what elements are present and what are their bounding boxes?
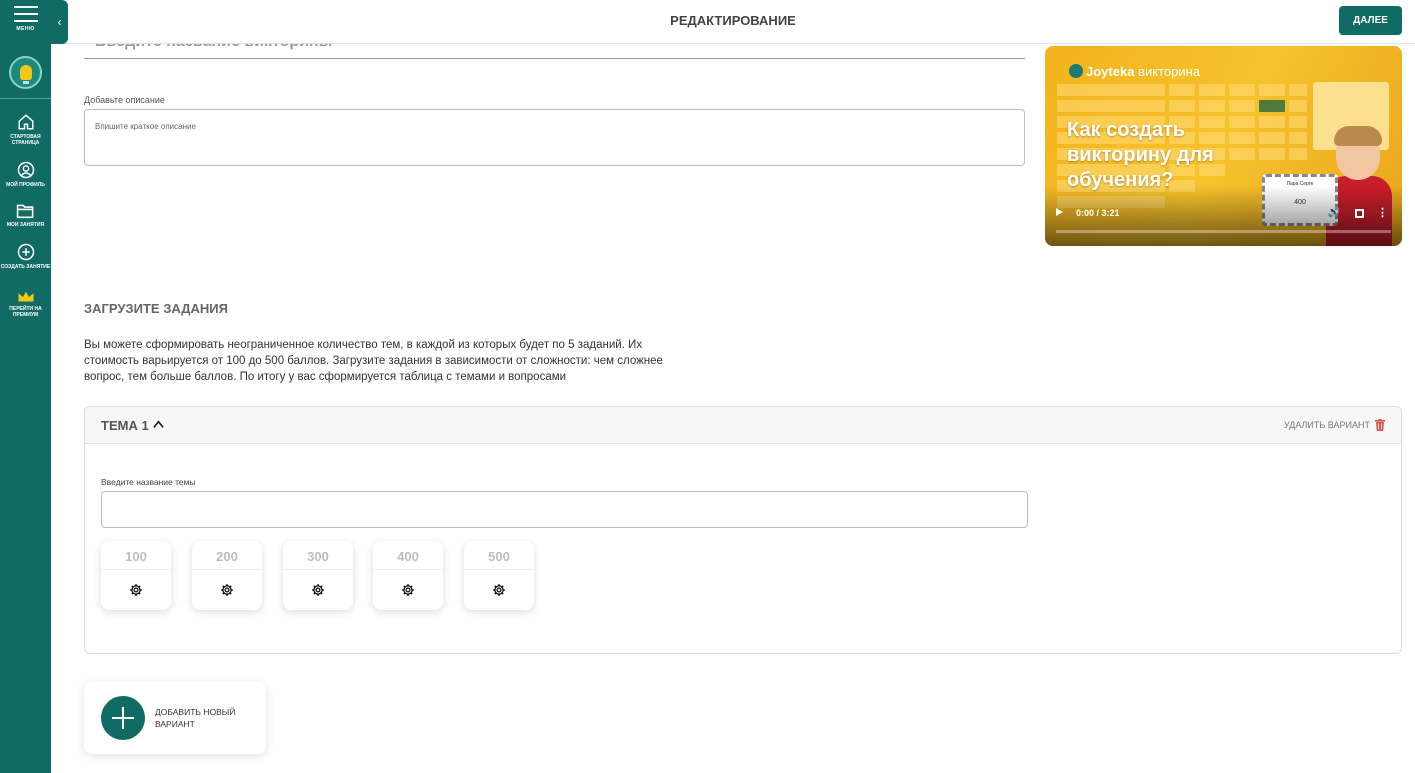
volume-icon[interactable]: 🔊 — [1328, 207, 1340, 218]
trophy-icon — [1069, 64, 1083, 78]
sidebar-item-label: ПЕРЕЙТИ НА ПРЕМИУМ — [9, 306, 42, 318]
video-time: 0:00 / 3:21 — [1076, 208, 1120, 218]
sidebar-divider — [0, 98, 51, 99]
menu-label: МЕНЮ — [16, 26, 35, 32]
page-title: РЕДАКТИРОВАНИЕ — [670, 13, 796, 28]
sidebar-item-label: СОЗДАТЬ ЗАНЯТИЕ — [0, 264, 51, 270]
theme-header[interactable]: ТЕМА 1 УДАЛИТЬ ВАРИАНТ — [85, 407, 1401, 444]
topic-name-label: Введите название темы — [101, 477, 196, 487]
top-bar: РЕДАКТИРОВАНИЕ ДАЛЕЕ — [51, 0, 1415, 44]
chevron-left-icon: ‹ — [57, 15, 62, 29]
gear-icon[interactable] — [129, 583, 143, 597]
folder-icon — [16, 204, 34, 219]
topic-name-input[interactable] — [101, 491, 1028, 528]
add-variant-button[interactable]: ДОБАВИТЬ НОВЫЙ ВАРИАНТ — [84, 682, 266, 754]
sidebar-item-profile[interactable]: МОЙ ПРОФИЛЬ — [0, 161, 51, 188]
gear-icon[interactable] — [220, 583, 234, 597]
hamburger-icon — [13, 6, 38, 27]
profile-icon — [17, 161, 34, 179]
video-brand: Joyteka викторина — [1069, 64, 1200, 79]
score-card-400[interactable]: 400 — [373, 541, 443, 610]
collapse-sidebar-button[interactable]: ‹ — [51, 0, 68, 44]
section-title: ЗАГРУЗИТЕ ЗАДАНИЯ — [84, 301, 228, 316]
more-options-icon[interactable]: ⋮ — [1377, 206, 1388, 219]
gear-icon[interactable] — [311, 583, 325, 597]
sidebar-item-lessons[interactable]: МОИ ЗАНЯТИЯ — [0, 203, 51, 228]
logo[interactable] — [9, 56, 42, 89]
video-headline: Как создать викторину для обучения? — [1067, 119, 1214, 191]
plus-icon — [101, 696, 145, 740]
theme-panel: ТЕМА 1 УДАЛИТЬ ВАРИАНТ Введите название … — [84, 406, 1402, 654]
menu-button[interactable]: МЕНЮ — [0, 0, 51, 44]
sidebar-item-premium[interactable]: ПЕРЕЙТИ НА ПРЕМИУМ — [0, 291, 51, 318]
play-icon[interactable] — [1056, 208, 1063, 216]
plus-circle-icon — [17, 243, 34, 261]
delete-variant-button[interactable]: УДАЛИТЬ ВАРИАНТ — [1284, 419, 1385, 431]
theme-name: ТЕМА 1 — [101, 418, 149, 433]
description-placeholder: Впишите краткое описание — [95, 122, 196, 131]
home-icon — [18, 114, 33, 130]
crown-icon — [18, 291, 33, 302]
next-button[interactable]: ДАЛЕЕ — [1339, 6, 1402, 35]
sidebar-item-label: МОИ ЗАНЯТИЯ — [6, 222, 45, 228]
gear-icon[interactable] — [492, 583, 506, 597]
score-card-300[interactable]: 300 — [283, 541, 353, 610]
description-input[interactable]: Впишите краткое описание — [84, 109, 1025, 166]
score-card-100[interactable]: 100 — [101, 541, 171, 610]
sidebar-item-label: СТАРТОВАЯ СТРАНИЦА — [10, 134, 41, 146]
delete-variant-label: УДАЛИТЬ ВАРИАНТ — [1283, 420, 1370, 430]
sidebar: МЕНЮ СТАРТОВАЯ СТРАНИЦА МОЙ ПРОФИЛЬ МОИ … — [0, 0, 51, 773]
chevron-up-icon[interactable] — [152, 418, 165, 431]
sidebar-item-home[interactable]: СТАРТОВАЯ СТРАНИЦА — [0, 113, 51, 146]
sidebar-item-create[interactable]: СОЗДАТЬ ЗАНЯТИЕ — [0, 243, 51, 270]
lightbulb-icon — [19, 65, 32, 84]
description-label: Добавьте описание — [84, 95, 165, 105]
video-controls: 0:00 / 3:21 🔊 ⋮ — [1056, 207, 1392, 221]
score-card-200[interactable]: 200 — [192, 541, 262, 610]
add-variant-label: ДОБАВИТЬ НОВЫЙ ВАРИАНТ — [155, 707, 236, 729]
trash-icon — [1375, 419, 1385, 431]
section-description: Вы можете сформировать неограниченное ко… — [84, 339, 663, 383]
tutorial-video[interactable]: Joyteka викторина Как создать викторину … — [1045, 46, 1402, 246]
sidebar-item-label: МОЙ ПРОФИЛЬ — [6, 182, 45, 188]
score-card-500[interactable]: 500 — [464, 541, 534, 610]
fullscreen-icon[interactable] — [1355, 209, 1364, 218]
video-progress-bar[interactable] — [1056, 230, 1391, 233]
gear-icon[interactable] — [401, 583, 415, 597]
